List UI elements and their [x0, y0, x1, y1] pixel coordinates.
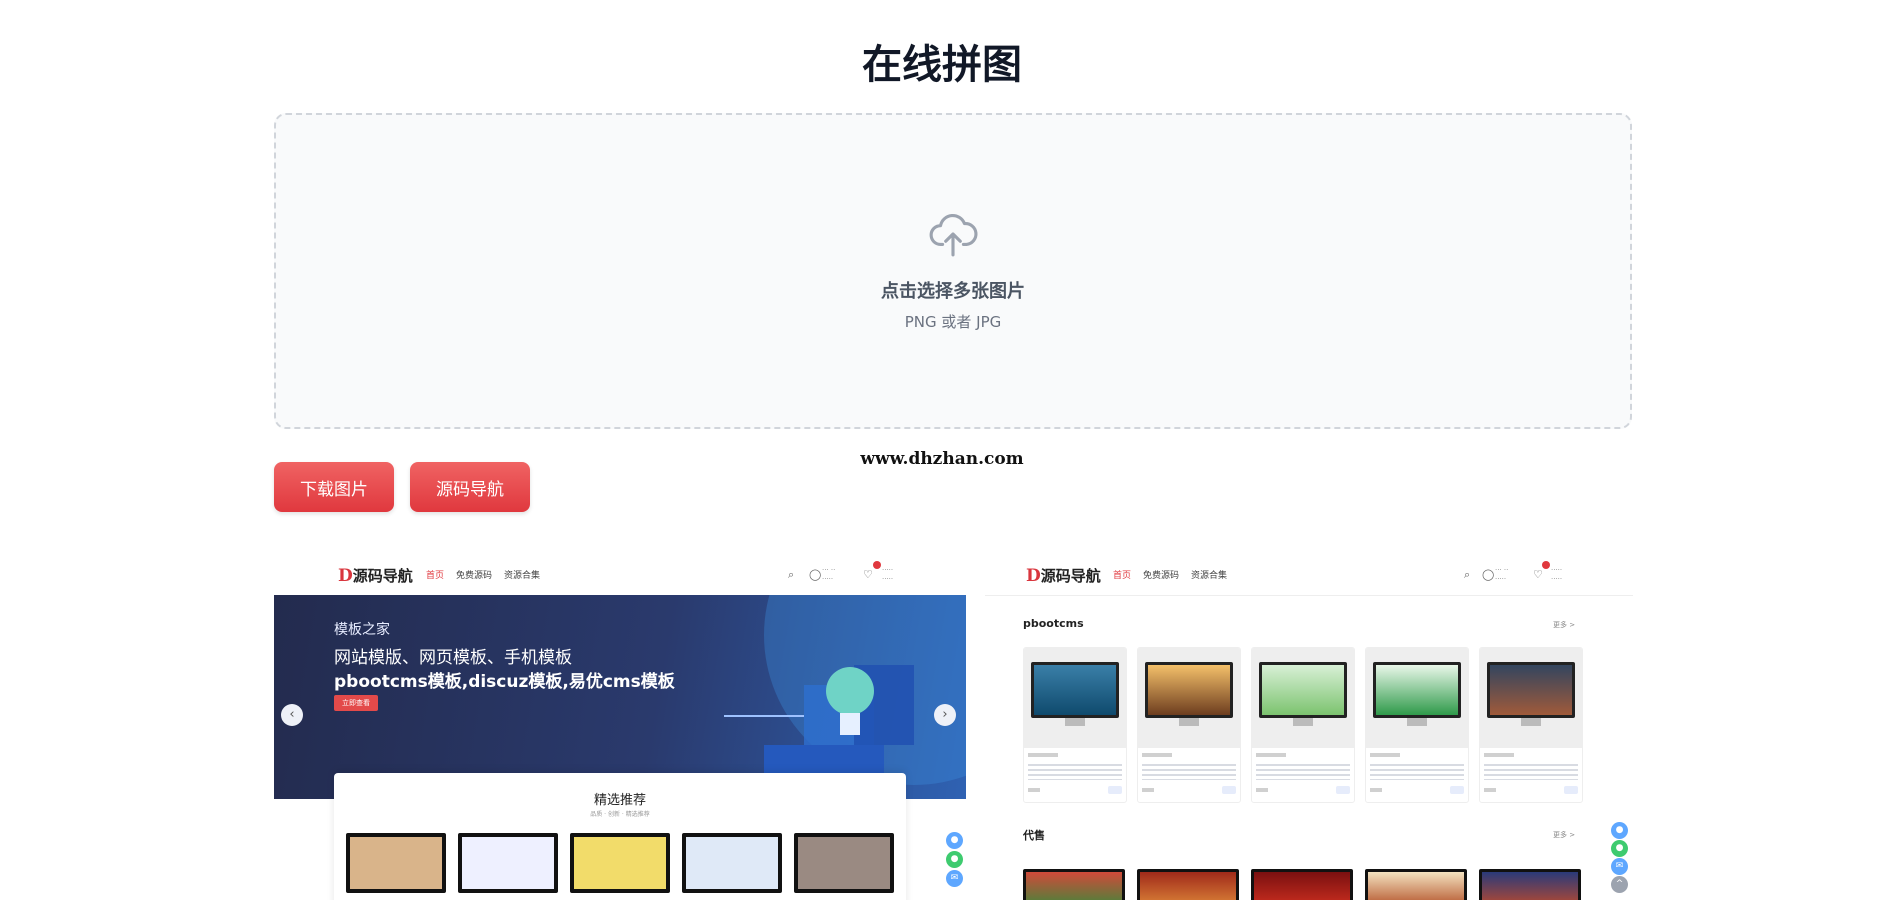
- chat-icon: ●: [946, 832, 963, 849]
- featured-thumb: [458, 833, 558, 893]
- product-card: [1137, 869, 1239, 900]
- user-icon: ◯: [1482, 568, 1495, 581]
- featured-thumb: [794, 833, 894, 893]
- featured-title: 精选推荐: [593, 793, 646, 808]
- page-title: 在线拼图: [862, 42, 1022, 88]
- wechat-icon: ●: [1611, 840, 1628, 857]
- heart-icon: ♡: [863, 568, 873, 581]
- chat-icon: ●: [1611, 822, 1628, 839]
- user-mini-text: ··· ·· ·····: [1495, 566, 1509, 583]
- product-card: [1479, 647, 1583, 803]
- product-card: [1251, 869, 1353, 900]
- site-nav: 首页 免费源码 资源合集: [1113, 571, 1228, 581]
- more-link: 更多 >: [1553, 831, 1576, 839]
- product-card: [1137, 647, 1241, 803]
- preview-image-left: D源码导航 首页 免费源码 资源合集 ⌕ ◯ ··· ·· ····· ♡ ·····…: [274, 555, 966, 900]
- section-title: 代售: [1023, 829, 1045, 842]
- site-header: D源码导航 首页 免费源码 资源合集 ⌕ ◯ ··· ·· ····· ♡ ·····…: [274, 555, 966, 596]
- download-image-button[interactable]: 下载图片: [274, 462, 394, 512]
- source-nav-button[interactable]: 源码导航: [410, 462, 530, 512]
- dropzone-main-text: 点击选择多张图片: [881, 281, 1025, 302]
- product-card: [1251, 647, 1355, 803]
- search-icon: ⌕: [788, 568, 795, 581]
- fav-mini-text: ····· ·····: [882, 566, 894, 583]
- featured-thumb: [570, 833, 670, 893]
- fav-mini-text: ····· ·····: [1551, 566, 1563, 583]
- wechat-icon: ●: [946, 851, 963, 868]
- mail-icon: ✉: [946, 870, 963, 887]
- chevron-right-icon: ›: [934, 704, 956, 726]
- product-card: [1023, 869, 1125, 900]
- banner-line-2: 网站模版、网页模板、手机模板: [334, 648, 572, 668]
- product-card: [1023, 647, 1127, 803]
- site-nav: 首页 免费源码 资源合集: [426, 571, 541, 581]
- site-logo: D源码导航: [1026, 566, 1101, 586]
- mail-icon: ✉: [1611, 858, 1628, 875]
- cloud-upload-icon: [929, 213, 978, 257]
- banner-button: 立即查看: [334, 695, 378, 711]
- product-card: [1365, 869, 1467, 900]
- featured-thumb: [682, 833, 782, 893]
- featured-card: 精选推荐 品质 · 创新 · 精选推荐: [334, 773, 906, 900]
- banner-line-3: pbootcms模板,discuz模板,易优cms模板: [334, 672, 675, 692]
- image-dropzone[interactable]: 点击选择多张图片 PNG 或者 JPG: [274, 113, 1632, 429]
- site-header: D源码导航 首页 免费源码 资源合集 ⌕ ◯ ··· ·· ····· ♡ ·····…: [985, 555, 1633, 596]
- notification-badge: [1542, 561, 1550, 569]
- product-card: [1479, 869, 1581, 900]
- heart-icon: ♡: [1533, 568, 1543, 581]
- product-card: [1365, 647, 1469, 803]
- banner-illustration: [724, 595, 966, 799]
- dropzone-sub-text: PNG 或者 JPG: [904, 313, 1002, 331]
- featured-thumb: [346, 833, 446, 893]
- section-title: pbootcms: [1023, 617, 1084, 630]
- notification-badge: [873, 561, 881, 569]
- featured-subtitle: 品质 · 创新 · 精选推荐: [590, 811, 650, 818]
- hero-banner: 模板之家 网站模版、网页模板、手机模板 pbootcms模板,discuz模板,…: [274, 595, 966, 799]
- user-icon: ◯: [809, 568, 822, 581]
- chevron-left-icon: ‹: [281, 704, 303, 726]
- user-mini-text: ··· ·· ·····: [822, 566, 836, 583]
- site-logo: D源码导航: [338, 566, 413, 586]
- search-icon: ⌕: [1464, 568, 1471, 581]
- back-to-top-icon: ^: [1611, 876, 1628, 893]
- banner-line-1: 模板之家: [334, 622, 390, 638]
- preview-image-right: D源码导航 首页 免费源码 资源合集 ⌕ ◯ ··· ·· ····· ♡ ·····…: [985, 555, 1633, 900]
- more-link: 更多 >: [1553, 621, 1576, 629]
